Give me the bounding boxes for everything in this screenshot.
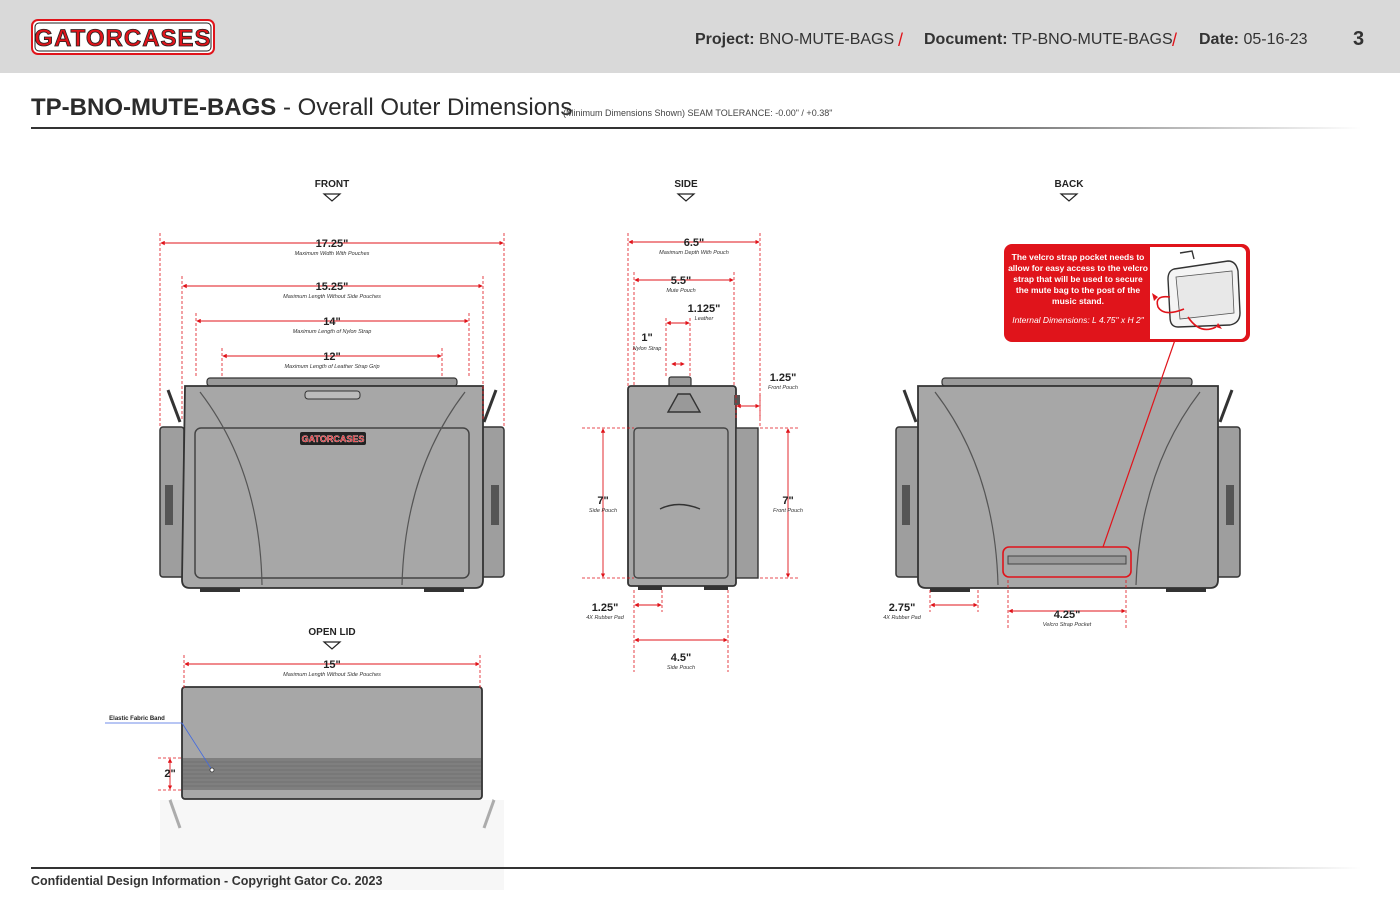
technical-drawing: FRONT SIDE BACK OPEN LID GATORCASES 17.2… bbox=[105, 179, 1241, 890]
svg-text:GATORCASES: GATORCASES bbox=[302, 434, 365, 444]
mute-bag-illustration bbox=[1150, 247, 1246, 339]
back-dim-value: 2.75" bbox=[889, 602, 916, 614]
front-body bbox=[181, 385, 484, 589]
front-view-label: FRONT bbox=[315, 179, 349, 190]
side-dim-caption: Front Pouch bbox=[768, 385, 798, 391]
open-lid-view-marker bbox=[322, 641, 342, 650]
front-dim-caption: Maximum Length of Nylon Strap bbox=[293, 329, 372, 335]
side-dim-value: 7" bbox=[597, 495, 608, 507]
back-dim-caption: 4X Rubber Pad bbox=[883, 615, 922, 621]
footer-copyright: Confidential Design Information - Copyri… bbox=[31, 874, 383, 888]
back-dim-caption: Velcro Strap Pocket bbox=[1043, 622, 1092, 628]
open-lid-view-label: OPEN LID bbox=[308, 627, 355, 638]
callout-internal-dims: Internal Dimensions: L 4.75" x H 2" bbox=[1012, 315, 1144, 325]
back-view-marker bbox=[1059, 193, 1079, 202]
side-dim-value: 7" bbox=[782, 495, 793, 507]
side-view-label: SIDE bbox=[674, 179, 698, 190]
side-dim-value: 4.5" bbox=[671, 652, 692, 664]
side-dim-value: 1" bbox=[641, 332, 652, 344]
side-dim-value: 1.25" bbox=[770, 372, 797, 384]
back-bag bbox=[895, 339, 1241, 592]
side-dim-caption: Side Pouch bbox=[667, 665, 695, 671]
back-dim-value: 4.25" bbox=[1054, 609, 1081, 621]
side-dim-caption: Nylon Strap bbox=[633, 346, 662, 352]
side-dim-caption: Side Pouch bbox=[589, 508, 617, 514]
front-dim-value: 12" bbox=[323, 351, 340, 363]
callout-text: The velcro strap pocket needs to allow f… bbox=[1008, 252, 1148, 306]
front-right-strap bbox=[482, 389, 498, 423]
elastic-band-label: Elastic Fabric Band bbox=[109, 716, 165, 722]
front-dim-caption: Maximum Width With Pouches bbox=[295, 251, 370, 257]
front-bag: GATORCASES bbox=[159, 377, 505, 592]
side-front-pouch bbox=[735, 427, 759, 579]
side-body bbox=[627, 385, 737, 587]
front-left-strap bbox=[166, 389, 182, 423]
open-lid-bag bbox=[160, 686, 504, 890]
front-dim-value: 15.25" bbox=[316, 281, 349, 293]
side-dim-value: 1.125" bbox=[688, 303, 721, 315]
side-dim-caption: Leather bbox=[695, 316, 715, 322]
front-view-marker bbox=[322, 193, 342, 202]
band-height-value: 2" bbox=[164, 768, 175, 780]
side-dim-caption: 4X Rubber Pad bbox=[586, 615, 625, 621]
side-dim-caption: Mute Pouch bbox=[666, 288, 695, 294]
front-dim-value: 14" bbox=[323, 316, 340, 328]
side-dim-caption: Front Pouch bbox=[773, 508, 803, 514]
back-view-label: BACK bbox=[1055, 179, 1085, 190]
footer-divider bbox=[31, 867, 1361, 869]
side-dim-value: 6.5" bbox=[684, 237, 705, 249]
side-view-marker bbox=[676, 193, 696, 202]
side-dim-value: 1.25" bbox=[592, 602, 619, 614]
front-dim-caption: Maximum Length of Leather Strap Grip bbox=[284, 364, 379, 370]
side-dim-value: 5.5" bbox=[671, 275, 692, 287]
open-lid-dim-caption: Maximum Length Without Side Pouches bbox=[283, 672, 381, 678]
side-dim-caption: Maximum Depth With Pouch bbox=[659, 250, 729, 256]
front-dim-caption: Maximum Length Without Side Pouches bbox=[283, 294, 381, 300]
front-handle bbox=[206, 377, 458, 387]
open-lid-dim-value: 15" bbox=[323, 659, 340, 671]
front-dim-value: 17.25" bbox=[316, 238, 349, 250]
side-bag bbox=[627, 376, 759, 590]
